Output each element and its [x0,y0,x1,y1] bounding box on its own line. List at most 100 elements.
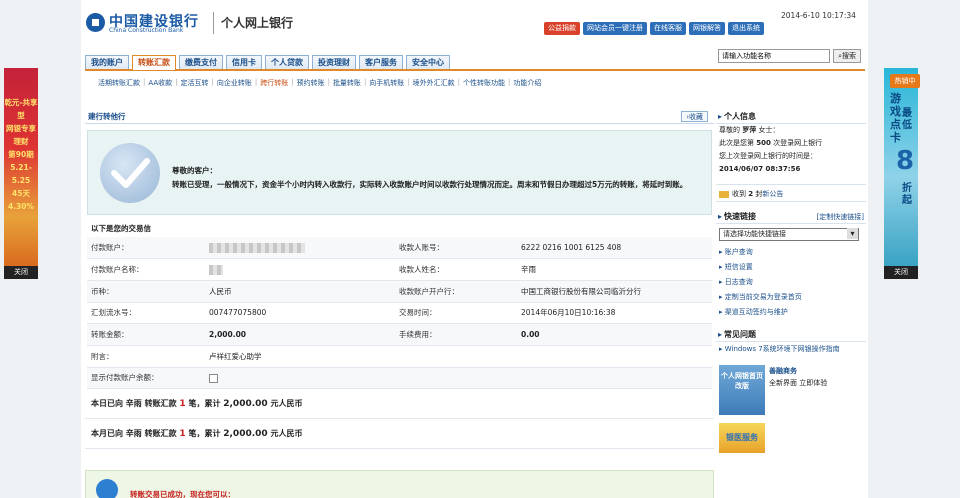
submenu-item[interactable]: 批量转账 [330,78,364,88]
promo-image-2[interactable]: 银医服务 [719,423,765,453]
function-search: ⌕搜索 [718,49,861,63]
quick-link-item[interactable]: ▸ 渠道互动签约与维护 [716,305,866,320]
payer-account-value [205,237,395,260]
success-greeting: 尊敬的客户： [172,166,217,175]
user-greeting: 尊敬的 罗萍 女士： [719,126,780,134]
left-ad-line: 45天 4.30% [7,189,35,211]
function-search-input[interactable] [718,49,831,63]
submenu-item[interactable]: 跨行转账 [257,78,291,88]
arrow-icon: ▸ [718,212,723,221]
note-label: 附言： [87,345,205,368]
amount-value: 2,000.00 [205,323,395,346]
payer-name-label: 付款账户名称： [87,258,205,281]
faq-button[interactable]: 网银解答 [689,22,725,35]
left-ad-banner[interactable]: 乾元-共享型 网银专享理财 第90期 5.21-5.25 45天 4.30% [4,68,38,266]
left-ad-line: 5.21-5.25 [10,163,32,185]
login-count: 此次是您第 500 次登录网上银行 [719,139,823,147]
submenu-item[interactable]: 向企业转账 [214,78,255,88]
time-value: 2014年06月10日10:16:38 [517,302,712,325]
check-icon [100,143,160,203]
promo-image[interactable]: 个人网银首页改版 [719,365,765,415]
left-side-ad[interactable]: 乾元-共享型 网银专享理财 第90期 5.21-5.25 45天 4.30% 关… [4,68,38,279]
notice-link[interactable]: 新公告 [762,190,783,198]
payee-account-label: 收款人账号： [395,237,517,260]
quick-link-item[interactable]: ▸ 短信设置 [716,260,866,275]
promo-block[interactable]: 个人网银首页改版 善融商务 全新界面 立即体验 [719,365,866,415]
quick-link-item[interactable]: ▸ 账户查询 [716,245,866,260]
amount-label: 转账金额： [87,323,205,346]
next-step-box: 转账交易已成功，现在您可以： [85,470,714,498]
show-balance-checkbox[interactable] [209,373,218,383]
right-ad-text: 折起 [902,183,912,206]
quick-link-item[interactable]: ▸ 日志查询 [716,275,866,290]
content: 建行转他行 ›收藏 尊敬的客户： 转账已受理，一般情况下，资金半个小时内转入收款… [85,110,714,450]
mail-icon [719,190,729,198]
right-panel: ▸ 个人信息 尊敬的 罗萍 女士： 此次是您第 500 次登录网上银行 您上次登录… [716,110,866,453]
online-service-button[interactable]: 在线客服 [650,22,686,35]
tab-transfer[interactable]: 转账汇款 [132,55,176,70]
tab-payment[interactable]: 缴费支付 [179,55,223,69]
submenu-item[interactable]: AA收款 [145,78,175,88]
member-register-button[interactable]: 网站会员一键注册 [583,22,647,35]
table-row: 付款账户名称： 收款人姓名： 辛雨 [87,258,712,281]
submenu-item[interactable]: 功能介绍 [510,78,544,88]
custom-quick-link[interactable]: [定制快速链接] [817,210,864,224]
table-row: 汇划流水号： 007477075800 交易时间： 2014年06月10日10:… [87,302,712,325]
payee-name-label: 收款人姓名： [395,258,517,281]
table-row: 显示付款账户余额： [87,367,712,390]
payee-account-value: 6222 0216 1001 6125 408 [517,237,712,260]
submenu-item[interactable]: 定活互转 [178,78,212,88]
next-step-icon [96,479,118,498]
quick-link-item[interactable]: ▸ 定制当前交易为登录首页 [716,290,866,305]
success-text: 转账已受理，一般情况下，资金半个小时内转入收款行，实际转入收款账户时间以收款行处… [172,180,688,189]
tab-loan[interactable]: 个人贷款 [265,55,309,69]
donation-button[interactable]: 公益捐款 [544,22,580,35]
serial-value: 007477075800 [205,302,395,325]
promo-title[interactable]: 善融商务 [769,365,827,377]
submenu-item[interactable]: 向手机转账 [366,78,407,88]
right-ad-badge: 热销中 [890,74,920,88]
left-ad-close-button[interactable]: 关闭 [4,266,38,279]
header-datetime: 2014-6-10 10:17:34 [781,11,856,20]
tab-security[interactable]: 安全中心 [406,55,450,69]
promo-line[interactable]: 全新界面 立即体验 [769,377,827,389]
header-buttons: 公益捐款 网站会员一键注册 在线客服 网银解答 退出系统 [544,22,764,35]
submenu-item[interactable]: 个性转账功能 [460,78,508,88]
right-side-ad[interactable]: 热销中 游戏点卡 最低 8 折起 关闭 [884,68,920,279]
quick-links-title: ▸ 快速链接 [定制快速链接] [716,210,866,224]
collect-button[interactable]: ›收藏 [681,111,708,122]
payer-account-label: 付款账户： [87,237,205,260]
payer-name-value [205,258,395,281]
last-login-label: 您上次登录网上银行的时间是： [719,152,817,160]
summary-today: 本日已向 辛雨 转账汇款 1 笔，累计 2,000.00 元人民币 [85,389,714,420]
header: 中国建设银行 China Construction Bank 个人网上银行 20… [81,0,868,44]
main-container: 中国建设银行 China Construction Bank 个人网上银行 20… [81,0,868,498]
quick-link-select[interactable]: 请选择功能快捷链接 [719,228,859,241]
right-ad-close-button[interactable]: 关闭 [884,266,918,279]
tab-investment[interactable]: 投资理财 [312,55,356,69]
section-title: 建行转他行 ›收藏 [85,110,714,124]
redacted-value [209,242,305,253]
page: 乾元-共享型 网银专享理财 第90期 5.21-5.25 45天 4.30% 关… [0,0,960,498]
tab-credit-card[interactable]: 信用卡 [226,55,262,69]
table-row: 附言： 卢祥红爱心助学 [87,345,712,368]
detail-title: 以下是您的交易信 [91,224,151,233]
table-row: 付款账户： 收款人账号： 6222 0216 1001 6125 408 [87,237,712,260]
submenu-item[interactable]: 预约转账 [294,78,328,88]
serial-label: 汇划流水号： [87,302,205,325]
tab-customer-service[interactable]: 客户服务 [359,55,403,69]
faq-title: ▸ 常见问题 [716,328,866,342]
arrow-icon: ▸ [718,330,723,339]
mail-notice: 收到 2 封新公告 [716,184,866,202]
table-row: 币种： 人民币 收款账户开户行： 中国工商银行股份有限公司临沂分行 [87,280,712,303]
submenu-item[interactable]: 活期转账汇款 [95,78,143,88]
faq-item[interactable]: ▸ Windows 7系统环境下网银操作指南 [716,342,866,357]
success-message-box: 尊敬的客户： 转账已受理，一般情况下，资金半个小时内转入收款行，实际转入收款账户… [87,130,712,215]
left-ad-line: 第90期 [8,150,34,159]
tab-my-account[interactable]: 我的账户 [85,55,129,69]
submenu-item[interactable]: 境外外汇汇款 [410,78,458,88]
logout-button[interactable]: 退出系统 [728,22,764,35]
right-ad-banner[interactable]: 热销中 游戏点卡 最低 8 折起 [884,68,920,266]
search-button[interactable]: ⌕搜索 [833,49,861,63]
payee-bank-label: 收款账户开户行： [395,280,517,303]
